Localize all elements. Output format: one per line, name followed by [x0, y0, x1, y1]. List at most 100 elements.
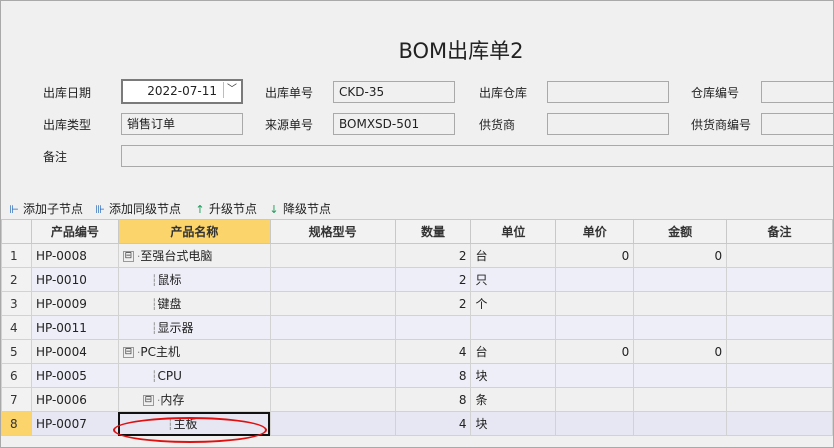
- header-qty[interactable]: 数量: [394, 219, 472, 244]
- upgrade-icon: ↑: [195, 203, 205, 216]
- amount-cell[interactable]: 0: [633, 339, 728, 364]
- name-cell[interactable]: ┆鼠标: [117, 267, 271, 292]
- unit-cell[interactable]: 块: [470, 411, 557, 436]
- qty-cell[interactable]: 8: [394, 363, 472, 388]
- price-cell[interactable]: 0: [555, 339, 635, 364]
- chevron-down-icon[interactable]: ﹀: [223, 82, 240, 98]
- supplier-no-field[interactable]: [761, 113, 833, 135]
- table-row[interactable]: 6 HP-0005 ┆CPU 8 块: [1, 363, 833, 388]
- name-cell[interactable]: ⊟ ·PC主机: [117, 339, 271, 364]
- header-spec[interactable]: 规格型号: [269, 219, 396, 244]
- amount-cell[interactable]: [633, 387, 728, 412]
- table-row[interactable]: 1 HP-0008 ⊟ ·至强台式电脑 2 台 0 0: [1, 243, 833, 268]
- warehouse-no-label: 仓库编号: [691, 86, 740, 100]
- spec-cell[interactable]: [269, 315, 396, 340]
- amount-cell[interactable]: [633, 291, 728, 316]
- supplier-field[interactable]: [547, 113, 669, 135]
- out-no-field[interactable]: CKD-35: [333, 81, 455, 103]
- qty-cell[interactable]: 4: [394, 339, 472, 364]
- remark-cell[interactable]: [726, 267, 833, 292]
- remark-cell[interactable]: [726, 315, 833, 340]
- spec-cell[interactable]: [269, 411, 396, 436]
- table-row[interactable]: 3 HP-0009 ┆键盘 2 个: [1, 291, 833, 316]
- table-row[interactable]: 7 HP-0006 ⊟ ·内存 8 条: [1, 387, 833, 412]
- name-cell[interactable]: ┆键盘: [117, 291, 271, 316]
- price-cell[interactable]: [555, 387, 635, 412]
- remark-cell[interactable]: [726, 339, 833, 364]
- unit-cell[interactable]: 台: [470, 339, 557, 364]
- unit-cell[interactable]: 台: [470, 243, 557, 268]
- spec-cell[interactable]: [269, 387, 396, 412]
- source-no-field[interactable]: BOMXSD-501: [333, 113, 455, 135]
- price-cell[interactable]: 0: [555, 243, 635, 268]
- price-cell[interactable]: [555, 267, 635, 292]
- remark-cell[interactable]: [726, 363, 833, 388]
- out-type-field[interactable]: 销售订单: [121, 113, 243, 135]
- spec-cell[interactable]: [269, 243, 396, 268]
- amount-cell[interactable]: [633, 267, 728, 292]
- name-cell[interactable]: ⊟ ·至强台式电脑: [117, 243, 271, 268]
- header-code[interactable]: 产品编号: [30, 219, 119, 244]
- collapse-icon[interactable]: ⊟: [142, 395, 154, 406]
- qty-cell[interactable]: 4: [394, 411, 472, 436]
- table-row[interactable]: 2 HP-0010 ┆鼠标 2 只: [1, 267, 833, 292]
- qty-cell[interactable]: 2: [394, 291, 472, 316]
- spec-cell[interactable]: [269, 291, 396, 316]
- qty-cell[interactable]: 2: [394, 243, 472, 268]
- code-cell[interactable]: HP-0007: [30, 411, 119, 436]
- table-row[interactable]: 5 HP-0004 ⊟ ·PC主机 4 台 0 0: [1, 339, 833, 364]
- remark-cell[interactable]: [726, 411, 833, 436]
- remark-cell[interactable]: [726, 387, 833, 412]
- header-remark[interactable]: 备注: [726, 219, 833, 244]
- warehouse-field[interactable]: [547, 81, 669, 103]
- price-cell[interactable]: [555, 411, 635, 436]
- code-cell[interactable]: HP-0010: [30, 267, 119, 292]
- code-cell[interactable]: HP-0009: [30, 291, 119, 316]
- code-cell[interactable]: HP-0004: [30, 339, 119, 364]
- add-sibling-button[interactable]: ⊪ 添加同级节点: [93, 201, 181, 218]
- header-price[interactable]: 单价: [555, 219, 635, 244]
- name-cell[interactable]: ┆CPU: [117, 363, 271, 388]
- code-cell[interactable]: HP-0011: [30, 315, 119, 340]
- amount-cell[interactable]: 0: [633, 243, 728, 268]
- downgrade-button[interactable]: ↓ 降级节点: [267, 201, 331, 218]
- remark-cell[interactable]: [726, 291, 833, 316]
- header-unit[interactable]: 单位: [470, 219, 557, 244]
- collapse-icon[interactable]: ⊟: [122, 347, 134, 358]
- table-row[interactable]: 4 HP-0011 ┆显示器: [1, 315, 833, 340]
- upgrade-button[interactable]: ↑ 升级节点: [193, 201, 257, 218]
- code-cell[interactable]: HP-0006: [30, 387, 119, 412]
- unit-cell[interactable]: [470, 315, 557, 340]
- price-cell[interactable]: [555, 291, 635, 316]
- name-text: PC主机: [140, 345, 181, 359]
- code-cell[interactable]: HP-0005: [30, 363, 119, 388]
- name-text: 显示器: [157, 321, 194, 335]
- spec-cell[interactable]: [269, 339, 396, 364]
- name-cell[interactable]: ⊟ ·内存: [117, 387, 271, 412]
- unit-cell[interactable]: 个: [470, 291, 557, 316]
- out-date-picker[interactable]: 2022-07-11 ﹀: [121, 79, 243, 104]
- add-child-button[interactable]: ⊩ 添加子节点: [7, 201, 83, 218]
- warehouse-no-field[interactable]: [761, 81, 833, 103]
- amount-cell[interactable]: [633, 315, 728, 340]
- name-cell[interactable]: ┆显示器: [117, 315, 271, 340]
- bom-grid: 产品编号 产品名称 规格型号 数量 单位 单价 金额 备注 1 HP-0008 …: [1, 219, 833, 436]
- collapse-icon[interactable]: ⊟: [122, 251, 134, 262]
- spec-cell[interactable]: [269, 267, 396, 292]
- qty-cell[interactable]: 8: [394, 387, 472, 412]
- remark-cell[interactable]: [726, 243, 833, 268]
- price-cell[interactable]: [555, 363, 635, 388]
- amount-cell[interactable]: [633, 411, 728, 436]
- unit-cell[interactable]: 只: [470, 267, 557, 292]
- spec-cell[interactable]: [269, 363, 396, 388]
- qty-cell[interactable]: [394, 315, 472, 340]
- qty-cell[interactable]: 2: [394, 267, 472, 292]
- remark-field[interactable]: [121, 145, 833, 167]
- code-cell[interactable]: HP-0008: [30, 243, 119, 268]
- amount-cell[interactable]: [633, 363, 728, 388]
- unit-cell[interactable]: 条: [470, 387, 557, 412]
- header-name[interactable]: 产品名称: [117, 219, 271, 244]
- price-cell[interactable]: [555, 315, 635, 340]
- header-amount[interactable]: 金额: [633, 219, 728, 244]
- unit-cell[interactable]: 块: [470, 363, 557, 388]
